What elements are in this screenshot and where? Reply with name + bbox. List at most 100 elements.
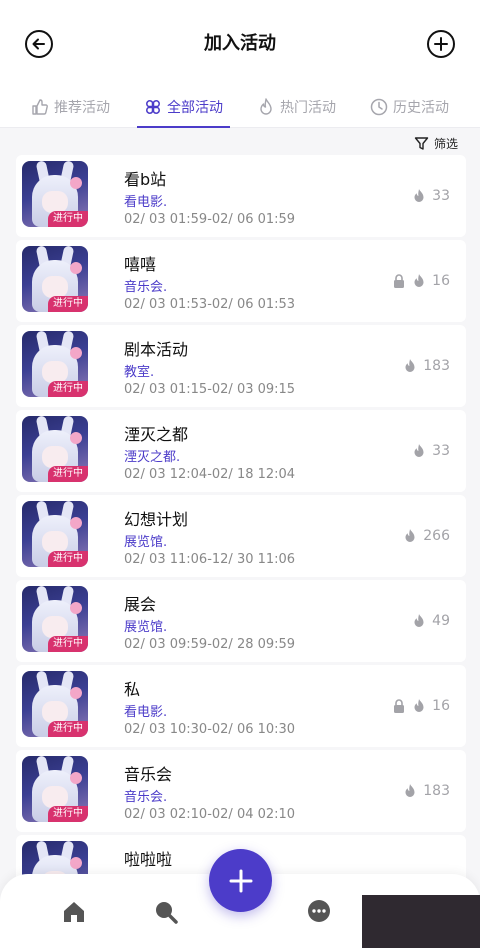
thumb-flower bbox=[70, 772, 82, 784]
status-badge: 进行中 bbox=[48, 806, 88, 822]
activity-category-link[interactable]: 音乐会. bbox=[124, 786, 167, 805]
activity-thumbnail: 进行中 bbox=[22, 501, 88, 567]
activity-category-link[interactable]: 音乐会. bbox=[124, 276, 167, 295]
activity-category-link[interactable]: 教室. bbox=[124, 361, 154, 380]
status-badge: 进行中 bbox=[48, 466, 88, 482]
tab-label: 推荐活动 bbox=[54, 100, 110, 116]
heat-count: 16 bbox=[432, 698, 450, 714]
plus-icon bbox=[434, 37, 448, 51]
top-bar: 加入活动 bbox=[0, 0, 480, 86]
thumb-flower bbox=[70, 347, 82, 359]
activity-name: 幻想计划 bbox=[124, 510, 189, 529]
flame-icon bbox=[414, 189, 424, 202]
filter-button[interactable]: 筛选 bbox=[414, 135, 458, 152]
activity-stats: 183 bbox=[403, 358, 450, 374]
activity-stats: 49 bbox=[412, 613, 450, 629]
tab-label: 全部活动 bbox=[167, 100, 223, 116]
activity-name: 私 bbox=[124, 680, 141, 699]
status-badge: 进行中 bbox=[48, 381, 88, 397]
add-activity-button[interactable] bbox=[427, 30, 455, 58]
activity-thumbnail: 进行中 bbox=[22, 416, 88, 482]
activity-time: 02/ 03 12:04-02/ 18 12:04 bbox=[124, 467, 296, 482]
status-badge: 进行中 bbox=[48, 636, 88, 652]
activity-time: 02/ 03 10:30-02/ 06 10:30 bbox=[124, 722, 296, 737]
flame-icon bbox=[405, 784, 415, 797]
activity-stats: 33 bbox=[412, 443, 450, 459]
thumb-face bbox=[42, 616, 68, 638]
activity-thumbnail: 进行中 bbox=[22, 671, 88, 737]
activity-time: 02/ 03 11:06-12/ 30 11:06 bbox=[124, 552, 296, 567]
thumb-flower bbox=[70, 432, 82, 444]
thumb-face bbox=[42, 361, 68, 383]
activity-stats: 16 bbox=[392, 698, 450, 714]
thumb-face bbox=[42, 191, 68, 213]
thumb-flower bbox=[70, 517, 82, 529]
activity-category-link[interactable]: 看电影. bbox=[124, 191, 167, 210]
search-icon[interactable] bbox=[152, 898, 180, 926]
flame-icon bbox=[405, 359, 415, 372]
thumb-face bbox=[42, 446, 68, 468]
activity-category-link[interactable]: 看电影. bbox=[124, 701, 167, 720]
activity-thumbnail: 进行中 bbox=[22, 331, 88, 397]
activity-name: 展会 bbox=[124, 595, 157, 614]
home-icon[interactable] bbox=[60, 898, 88, 926]
thumbs-up-icon bbox=[32, 99, 48, 115]
activity-card[interactable]: 进行中 嘻嘻 音乐会. 02/ 03 01:53-02/ 06 01:53 16 bbox=[16, 240, 466, 322]
status-badge: 进行中 bbox=[48, 551, 88, 567]
status-badge: 进行中 bbox=[48, 721, 88, 737]
activity-category-link[interactable]: 湮灭之都. bbox=[124, 446, 180, 465]
thumb-flower bbox=[70, 262, 82, 274]
thumb-flower bbox=[70, 857, 82, 869]
activity-card[interactable]: 进行中 幻想计划展览馆. 02/ 03 11:06-12/ 30 11:06 266 bbox=[16, 495, 466, 577]
activity-card[interactable]: 进行中 展会展览馆. 02/ 03 09:59-02/ 28 09:59 49 bbox=[16, 580, 466, 662]
thumb-face bbox=[42, 701, 68, 723]
flame-icon bbox=[414, 699, 424, 712]
thumb-flower bbox=[70, 687, 82, 699]
flame-icon bbox=[414, 274, 424, 287]
heat-count: 49 bbox=[432, 613, 450, 629]
page-title: 加入活动 bbox=[204, 33, 276, 54]
activity-thumbnail: 进行中 bbox=[22, 756, 88, 822]
activity-stats: 16 bbox=[392, 273, 450, 289]
activity-name: 啦啦啦 bbox=[124, 850, 173, 869]
heat-count: 266 bbox=[423, 528, 450, 544]
activity-card[interactable]: 进行中 看b站 看电影. 02/ 03 01:59-02/ 06 01:59 33 bbox=[16, 155, 466, 237]
heat-count: 33 bbox=[432, 443, 450, 459]
thumb-face bbox=[42, 531, 68, 553]
activity-thumbnail: 进行中 bbox=[22, 161, 88, 227]
plus-icon bbox=[229, 869, 252, 892]
activity-card[interactable]: 进行中 私看电影. 02/ 03 10:30-02/ 06 10:30 16 bbox=[16, 665, 466, 747]
tab-history[interactable]: 历史活动 bbox=[369, 92, 449, 122]
tab-label: 历史活动 bbox=[393, 100, 449, 116]
thumb-face bbox=[42, 786, 68, 808]
category-tabs: 推荐活动 全部活动 热门活动 历史活动 bbox=[0, 86, 480, 128]
activity-thumbnail: 进行中 bbox=[22, 586, 88, 652]
tab-label: 热门活动 bbox=[280, 100, 336, 116]
activity-card[interactable]: 进行中 音乐会 音乐会. 02/ 03 02:10-02/ 04 02:10 183 bbox=[16, 750, 466, 832]
heat-count: 33 bbox=[432, 188, 450, 204]
thumb-face bbox=[42, 276, 68, 298]
clock-icon bbox=[370, 98, 388, 116]
heat-count: 16 bbox=[432, 273, 450, 289]
activity-name: 湮灭之都 bbox=[124, 425, 189, 444]
overlay-corner bbox=[362, 895, 480, 948]
activity-name: 剧本活动 bbox=[124, 340, 189, 359]
activity-time: 02/ 03 02:10-02/ 04 02:10 bbox=[124, 807, 296, 822]
tab-all[interactable]: 全部活动 bbox=[143, 92, 223, 122]
lock-icon bbox=[394, 699, 405, 713]
create-activity-fab[interactable] bbox=[209, 849, 272, 912]
chat-icon[interactable] bbox=[305, 898, 333, 926]
tab-hot[interactable]: 热门活动 bbox=[256, 92, 336, 122]
activity-time: 02/ 03 09:59-02/ 28 09:59 bbox=[124, 637, 296, 652]
flame-icon bbox=[260, 98, 272, 115]
activity-time: 02/ 03 01:15-02/ 03 09:15 bbox=[124, 382, 296, 397]
activity-card[interactable]: 进行中 湮灭之都湮灭之都. 02/ 03 12:04-02/ 18 12:04 33 bbox=[16, 410, 466, 492]
activity-stats: 33 bbox=[412, 188, 450, 204]
activity-category-link[interactable]: 展览馆. bbox=[124, 531, 167, 550]
activity-name: 嘻嘻 bbox=[124, 255, 157, 274]
activity-time: 02/ 03 01:59-02/ 06 01:59 bbox=[124, 212, 296, 227]
activity-card[interactable]: 进行中 剧本活动教室. 02/ 03 01:15-02/ 03 09:15 183 bbox=[16, 325, 466, 407]
tab-recommended[interactable]: 推荐活动 bbox=[30, 92, 110, 122]
lock-icon bbox=[394, 274, 405, 288]
activity-category-link[interactable]: 展览馆. bbox=[124, 616, 167, 635]
